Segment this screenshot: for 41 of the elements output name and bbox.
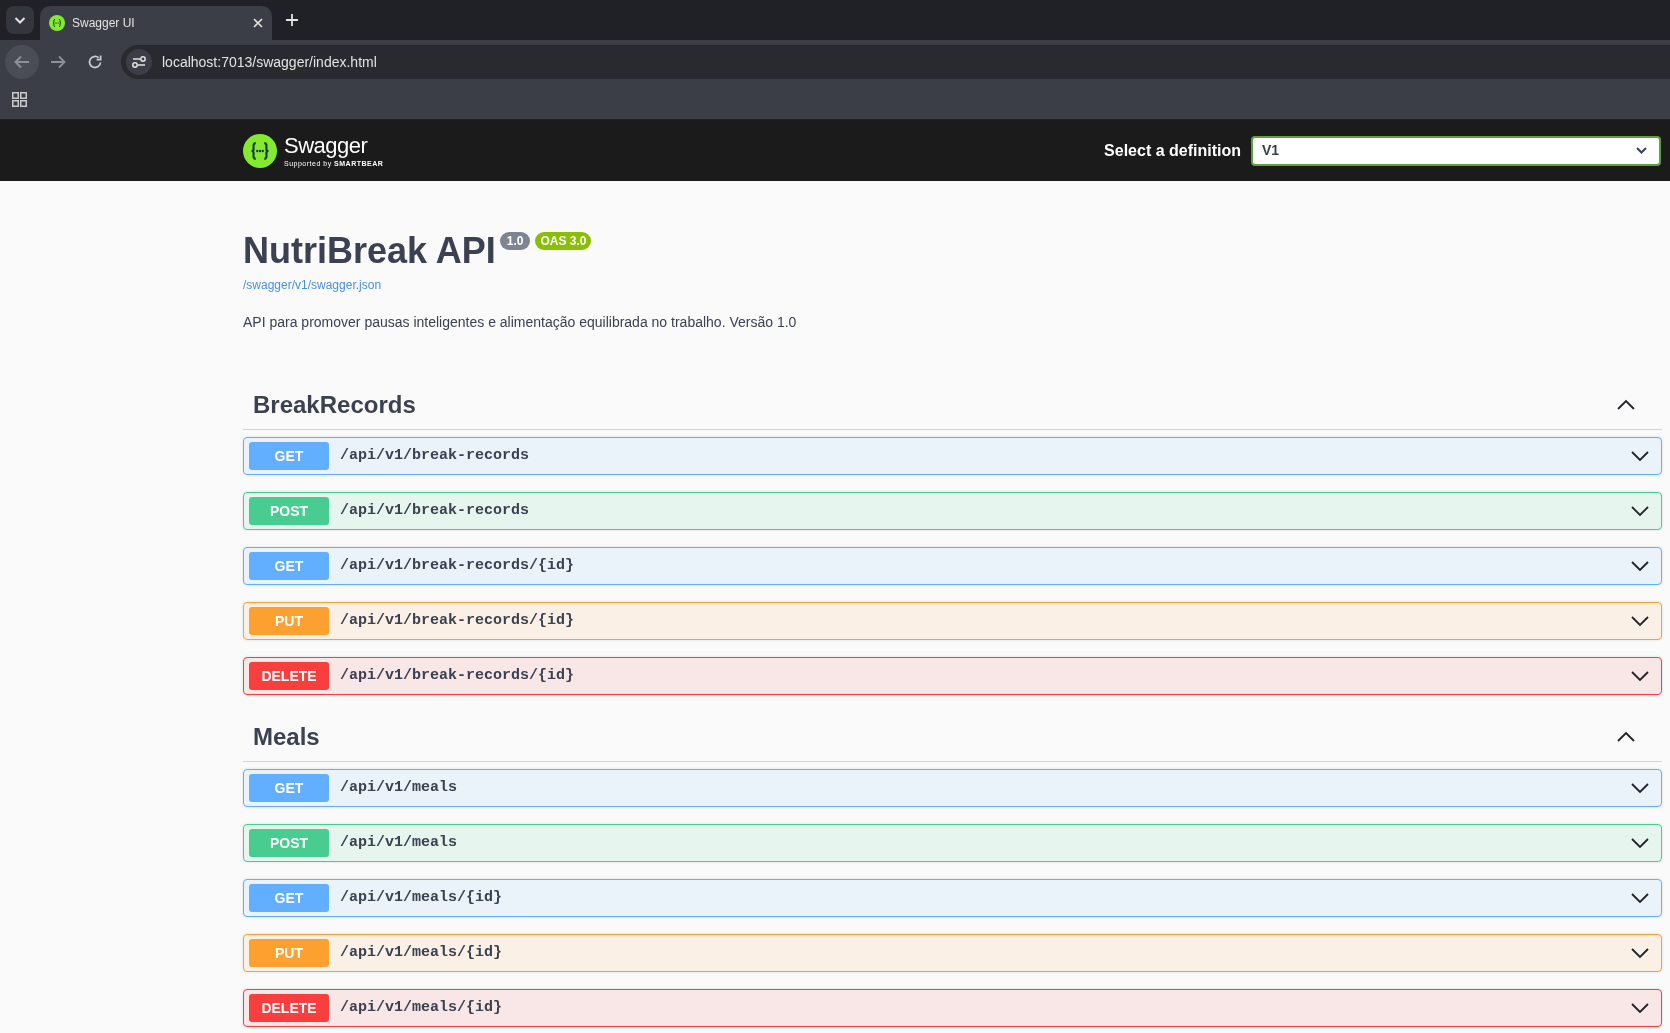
method-badge: GET (249, 552, 329, 580)
section-header[interactable]: BreakRecords (243, 380, 1662, 430)
endpoint-row[interactable]: GET /api/v1/meals/{id} (243, 879, 1662, 917)
endpoint-row[interactable]: PUT /api/v1/meals/{id} (243, 934, 1662, 972)
method-badge: GET (249, 442, 329, 470)
logo-icon (243, 133, 277, 168)
oas-badge: OAS 3.0 (535, 232, 592, 250)
method-badge: GET (249, 884, 329, 912)
method-badge: DELETE (249, 994, 329, 1022)
method-badge: GET (249, 774, 329, 802)
method-badge: DELETE (249, 662, 329, 690)
endpoint-row[interactable]: POST /api/v1/break-records (243, 492, 1662, 530)
reload-icon[interactable] (87, 54, 103, 70)
chevron-down-icon (1636, 147, 1647, 154)
endpoint-row[interactable]: POST /api/v1/meals (243, 824, 1662, 862)
address-bar[interactable]: localhost:7013/swagger/index.html (121, 45, 1670, 79)
api-title: NutriBreak API (243, 229, 496, 273)
endpoint-row[interactable]: DELETE /api/v1/break-records/{id} (243, 657, 1662, 695)
endpoint-row[interactable]: GET /api/v1/meals (243, 769, 1662, 807)
logo-icon (49, 15, 65, 31)
endpoint-row[interactable]: DELETE /api/v1/meals/{id} (243, 989, 1662, 1027)
browser-tab[interactable]: Swagger UI (40, 6, 272, 40)
version-badge: 1.0 (499, 232, 531, 250)
method-badge: PUT (249, 607, 329, 635)
definition-label: Select a definition (1104, 140, 1241, 161)
definition-select[interactable]: V1 (1251, 135, 1661, 166)
api-description: API para promover pausas inteligentes e alimentação equilibrada no trabalho. Versão 1.0 (243, 313, 798, 332)
section-header[interactable]: Meals (243, 712, 1662, 762)
brand-name: Swagger (284, 133, 369, 158)
endpoint-row[interactable]: GET /api/v1/break-records (243, 437, 1662, 475)
endpoint-row[interactable]: PUT /api/v1/break-records/{id} (243, 602, 1662, 640)
method-badge: POST (249, 497, 329, 525)
plus-icon[interactable] (285, 13, 299, 27)
apps-grid-icon[interactable] (12, 92, 27, 107)
endpoint-row[interactable]: GET /api/v1/break-records/{id} (243, 547, 1662, 585)
tune-icon[interactable] (126, 49, 152, 75)
method-badge: POST (249, 829, 329, 857)
method-badge: PUT (249, 939, 329, 967)
close-icon[interactable] (253, 18, 263, 28)
chevron-down-icon[interactable] (6, 6, 34, 34)
forward-arrow-icon[interactable] (50, 55, 66, 69)
